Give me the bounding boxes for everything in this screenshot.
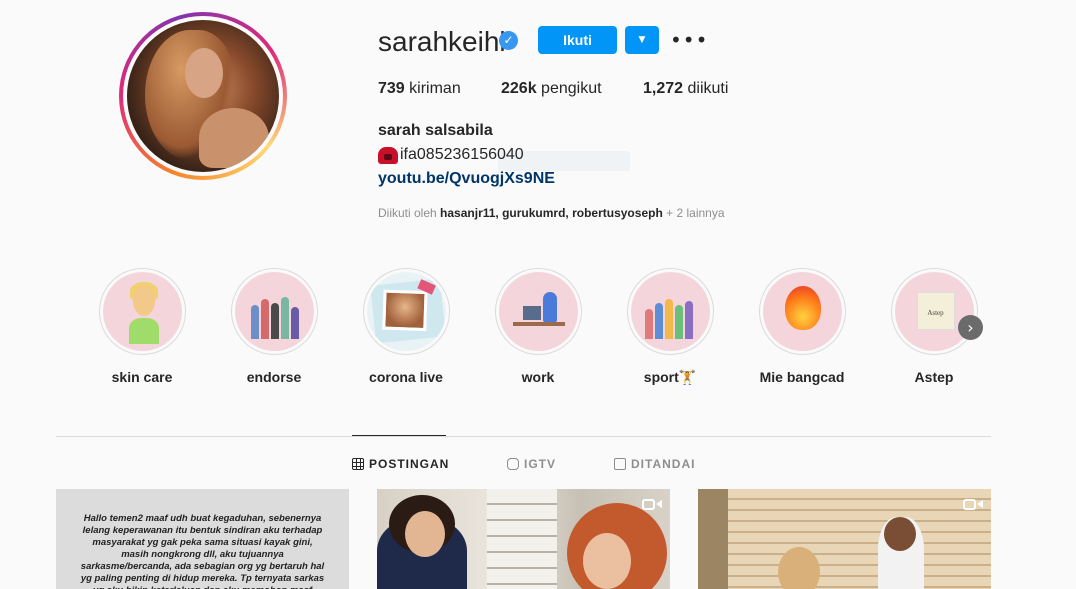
posts-count-stat: 739 kiriman xyxy=(378,80,461,98)
following-label: diikuti xyxy=(687,80,729,97)
highlight-skin-care[interactable]: skin care xyxy=(97,268,187,385)
astep-logo: Astep xyxy=(916,292,955,330)
tab-label: POSTINGAN xyxy=(369,457,450,471)
highlight-label: skin care xyxy=(111,369,173,385)
highlight-work[interactable]: work xyxy=(493,268,583,385)
tab-label: IGTV xyxy=(524,457,557,471)
highlight-cover xyxy=(498,272,578,351)
highlight-cover xyxy=(366,272,446,351)
bio-link[interactable]: youtu.be/QvuogjXs9NE xyxy=(378,170,555,188)
post-tile[interactable] xyxy=(377,489,670,589)
grid-icon xyxy=(352,458,364,470)
highlights-next-icon[interactable]: › xyxy=(958,315,983,340)
followed-by-suffix: + 2 lainnya xyxy=(666,206,725,220)
highlight-cover: Astep xyxy=(894,272,974,351)
post-tile[interactable]: Hallo temen2 maaf udh buat kegaduhan, se… xyxy=(56,489,349,589)
post-caption-image-text: Hallo temen2 maaf udh buat kegaduhan, se… xyxy=(80,513,325,589)
bio-phone-line: ifa085236156040 xyxy=(378,146,524,164)
avatar-border xyxy=(123,16,283,176)
highlight-cover xyxy=(234,272,314,351)
full-name: sarah salsabila xyxy=(378,122,493,139)
followers-label: pengikut xyxy=(541,80,602,97)
followers-stat[interactable]: 226k pengikut xyxy=(501,80,602,98)
tab-label: DITANDAI xyxy=(631,457,696,471)
username: sarahkeihl xyxy=(378,26,506,57)
igtv-icon xyxy=(507,458,519,470)
followers-count: 226k xyxy=(501,80,537,97)
tagged-icon xyxy=(614,458,626,470)
video-icon xyxy=(642,497,662,512)
highlight-cover xyxy=(102,272,182,351)
fire-icon xyxy=(784,286,821,330)
highlight-label: work xyxy=(521,369,555,385)
highlight-cover xyxy=(630,272,710,351)
suggestions-dropdown-button[interactable]: ▼ xyxy=(625,26,659,54)
active-tab-indicator xyxy=(352,435,446,436)
highlight-corona-live[interactable]: corona live xyxy=(361,268,451,385)
follow-button[interactable]: Ikuti xyxy=(538,26,617,54)
highlight-sport[interactable]: sport🏋 xyxy=(625,268,715,386)
telephone-icon xyxy=(378,146,398,164)
bio-phone-text: ifa085236156040 xyxy=(400,146,524,163)
followed-by-prefix: Diikuti oleh xyxy=(378,206,437,220)
followed-by-text[interactable]: Diikuti oleh hasanjr11, gurukumrd, rober… xyxy=(378,206,725,220)
posts-count: 739 xyxy=(378,80,405,97)
tab-igtv[interactable]: IGTV xyxy=(507,457,556,471)
posts-label: kiriman xyxy=(409,80,461,97)
verified-badge-icon: ✓ xyxy=(499,31,518,50)
highlight-label: endorse xyxy=(246,369,302,385)
followed-by-names: hasanjr11, gurukumrd, robertusyoseph xyxy=(440,206,663,220)
following-count: 1,272 xyxy=(643,80,684,97)
profile-avatar-ring[interactable] xyxy=(119,12,287,180)
video-icon xyxy=(963,497,983,512)
highlight-mie-bangcad[interactable]: Mie bangcad xyxy=(757,268,847,385)
tab-tagged[interactable]: DITANDAI xyxy=(614,457,695,471)
more-options-icon[interactable]: ••• xyxy=(670,26,707,54)
post-tile[interactable] xyxy=(698,489,991,589)
tab-posts[interactable]: POSTINGAN xyxy=(352,457,449,471)
highlight-label: corona live xyxy=(369,369,443,385)
highlight-endorse[interactable]: endorse xyxy=(229,268,319,385)
highlight-label: sport🏋 xyxy=(643,369,697,385)
section-divider xyxy=(56,436,991,437)
highlight-label: Astep xyxy=(914,369,954,385)
highlight-cover xyxy=(762,272,842,351)
avatar xyxy=(127,20,279,172)
following-stat[interactable]: 1,272 diikuti xyxy=(643,80,728,98)
highlight-label: Mie bangcad xyxy=(759,369,845,385)
